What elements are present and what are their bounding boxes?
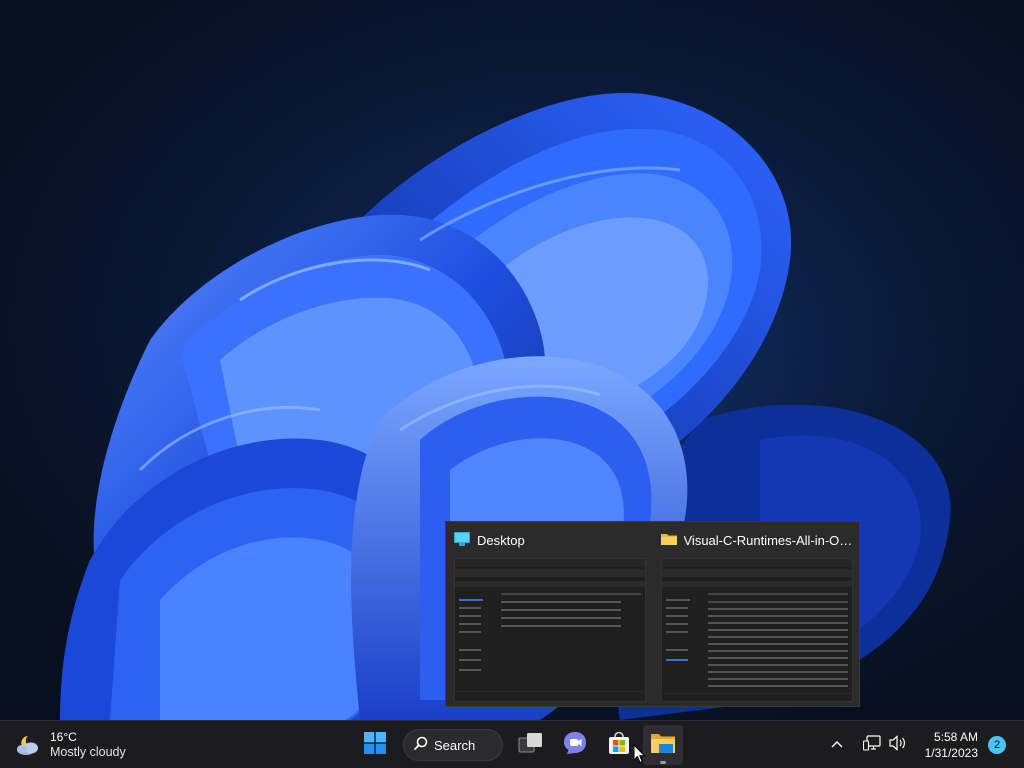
search-icon bbox=[414, 736, 428, 755]
clock-date: 1/31/2023 bbox=[924, 746, 978, 760]
search-label: Search bbox=[434, 737, 476, 753]
system-tray: 5:58 AM 1/31/2023 2 bbox=[824, 725, 1024, 765]
thumbnail-title: Visual-C-Runtimes-All-in-On... bbox=[683, 532, 854, 548]
file-explorer-button[interactable] bbox=[643, 725, 683, 765]
window-preview bbox=[660, 558, 853, 702]
cloud-moon-icon bbox=[14, 733, 42, 757]
chevron-up-icon bbox=[830, 736, 844, 754]
network-status-button[interactable] bbox=[860, 733, 884, 757]
weather-widget[interactable]: 16°C Mostly cloudy bbox=[14, 727, 126, 763]
speaker-icon bbox=[888, 734, 908, 756]
window-thumbnail-visual-c-runtimes[interactable]: Visual-C-Runtimes-All-in-On... bbox=[653, 522, 860, 706]
folder-icon bbox=[650, 732, 676, 759]
running-indicator bbox=[660, 761, 666, 764]
teams-chat-button[interactable] bbox=[555, 725, 595, 765]
task-view-icon bbox=[518, 732, 544, 759]
window-thumbnail-desktop[interactable]: Desktop bbox=[446, 522, 653, 706]
volume-button[interactable] bbox=[886, 733, 910, 757]
taskbar: 16°C Mostly cloudy Search 5:58 AM 1/31/2… bbox=[0, 720, 1024, 768]
window-preview bbox=[454, 558, 646, 702]
weather-condition: Mostly cloudy bbox=[50, 745, 126, 759]
search-button[interactable]: Search bbox=[403, 729, 503, 761]
clock-time: 5:58 AM bbox=[933, 730, 978, 744]
store-icon bbox=[607, 731, 631, 760]
desktop-icon bbox=[454, 531, 470, 549]
weather-temperature: 16°C bbox=[50, 730, 77, 744]
thumbnail-title: Desktop bbox=[477, 532, 525, 548]
start-button[interactable] bbox=[355, 725, 395, 765]
task-view-button[interactable] bbox=[511, 725, 551, 765]
taskbar-thumbnail-flyout: Desktop Visual-C-Runtimes-All-in-On... bbox=[445, 521, 860, 707]
show-hidden-icons-button[interactable] bbox=[825, 733, 849, 757]
mouse-cursor-icon bbox=[633, 743, 647, 768]
notification-badge[interactable]: 2 bbox=[988, 736, 1006, 754]
clock[interactable]: 5:58 AM 1/31/2023 bbox=[925, 729, 978, 761]
teams-chat-icon bbox=[562, 730, 588, 761]
windows-logo-icon bbox=[364, 731, 386, 759]
network-icon bbox=[862, 734, 881, 756]
folder-icon bbox=[660, 532, 677, 549]
